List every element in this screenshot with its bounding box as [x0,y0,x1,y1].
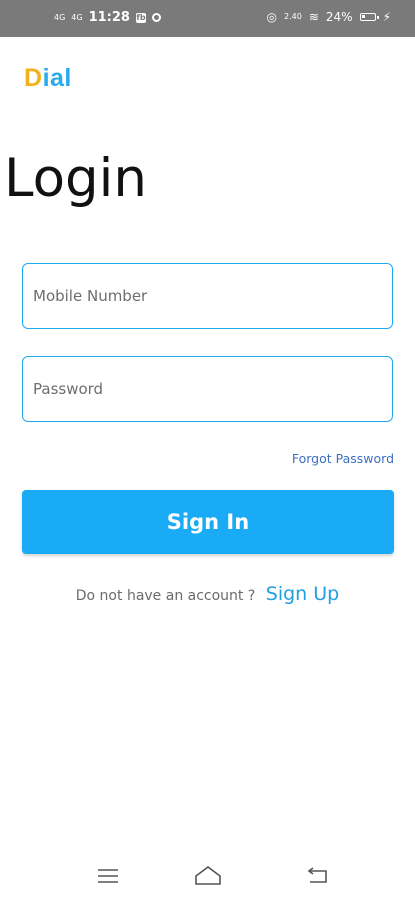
mobile-number-input[interactable] [23,264,392,328]
system-nav-bar [0,855,415,900]
back-icon[interactable] [304,865,332,887]
signal-icon-2: 4G [71,12,83,22]
forgot-password-link[interactable]: Forgot Password [292,451,394,466]
logo-text: ial [42,64,72,92]
signup-prompt: Do not have an account ? [75,588,256,604]
app-logo: Dial [24,64,72,93]
status-right: ◎ 2.40 ≋ 24% ⚡ [267,10,391,24]
menu-icon[interactable] [94,865,122,887]
hotspot-icon: ◎ [266,10,278,24]
battery-icon [359,13,379,21]
page-title: Login [4,148,147,209]
sign-in-button[interactable]: Sign In [22,490,394,554]
battery-fill [361,15,365,18]
logo-letter: D [24,64,43,92]
status-bar: 4G 4G 11:28 fb ◎ 2.40 ≋ 24% ⚡ [0,0,415,37]
clock: 11:28 [88,10,130,25]
sign-up-link[interactable]: Sign Up [266,583,339,605]
battery-percent: 24% [325,10,353,24]
password-field[interactable] [22,356,393,422]
status-left: 4G 4G 11:28 fb [54,10,161,25]
password-input[interactable] [23,357,392,421]
home-icon[interactable] [194,865,222,887]
notification-dot-icon [151,13,161,22]
wifi-icon: ≋ [308,10,319,24]
signup-row: Do not have an account ? Sign Up [0,583,415,605]
charging-icon: ⚡ [382,10,391,24]
signal-icon: 4G [54,12,66,22]
mobile-number-field[interactable] [22,263,393,329]
notification-badge-icon: fb [135,12,146,23]
data-speed: 2.40 [284,12,302,21]
